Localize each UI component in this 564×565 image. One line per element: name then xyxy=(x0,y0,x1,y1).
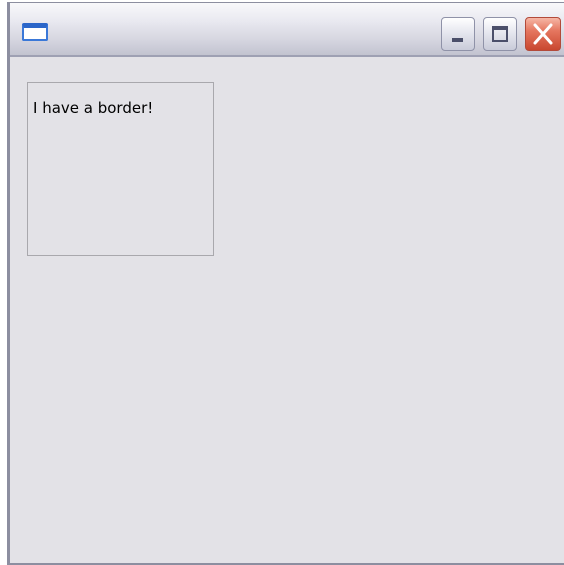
minimize-button[interactable] xyxy=(441,17,475,51)
app-window: I have a border! xyxy=(7,2,564,565)
panel-text: I have a border! xyxy=(33,99,154,117)
close-icon xyxy=(533,23,553,45)
close-button[interactable] xyxy=(525,17,561,51)
client-area: I have a border! xyxy=(10,59,564,563)
maximize-icon xyxy=(492,26,508,42)
maximize-button[interactable] xyxy=(483,17,517,51)
minimize-icon xyxy=(452,38,463,42)
bordered-panel: I have a border! xyxy=(27,82,214,256)
title-bar[interactable] xyxy=(10,3,564,57)
window-icon[interactable] xyxy=(22,23,48,41)
